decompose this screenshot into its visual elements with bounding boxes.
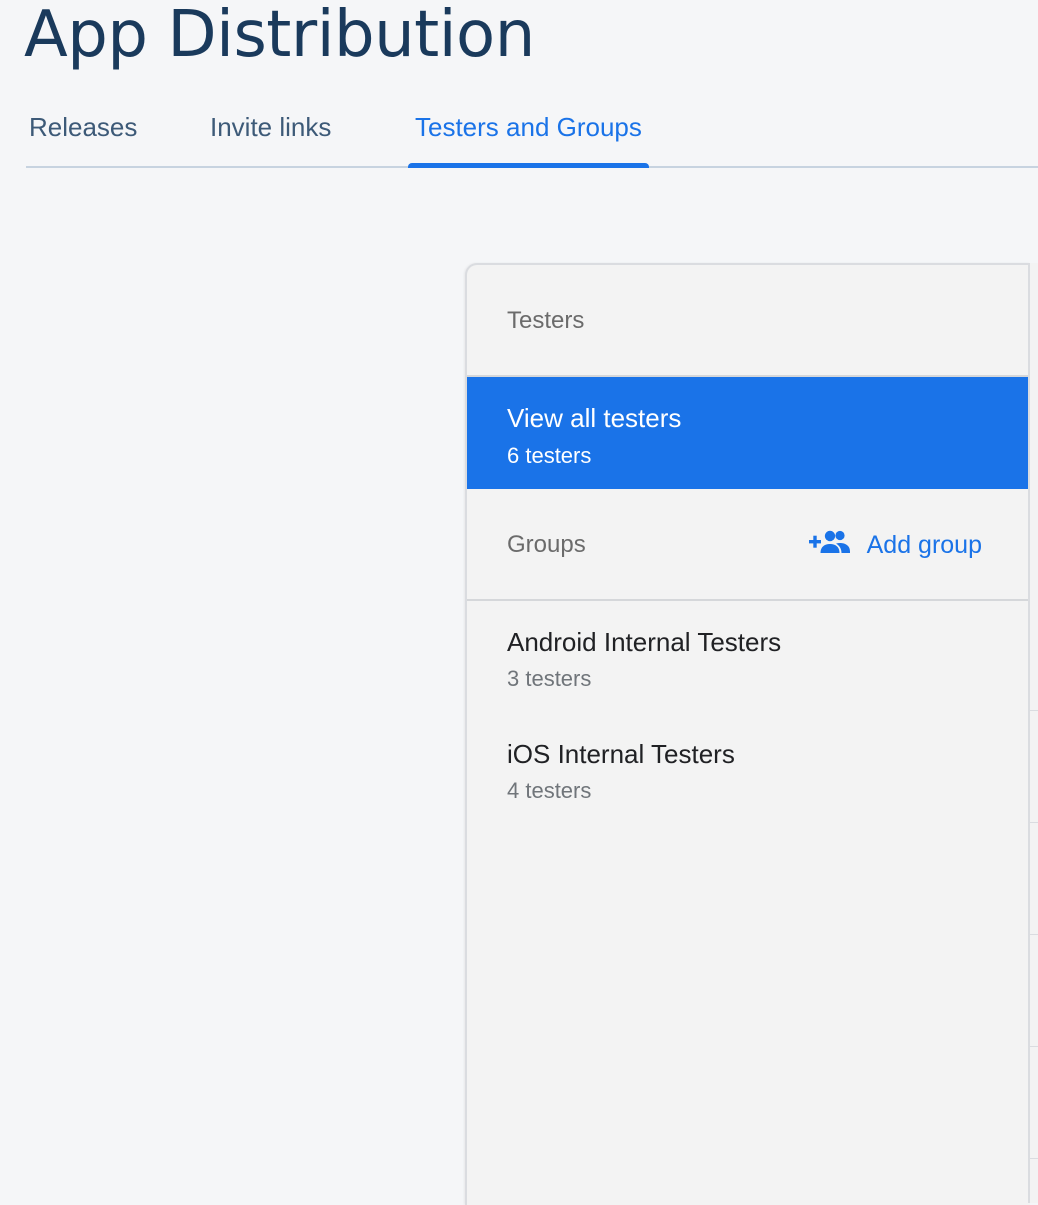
add-group-button[interactable]: Add group [808,529,982,562]
view-all-testers-count: 6 testers [507,443,592,468]
group-name: Android Internal Testers [507,627,782,657]
testers-section-label: Testers [507,307,585,334]
row-divider [1030,1046,1038,1047]
group-item-android-internal-testers[interactable]: Android Internal Testers 3 testers [467,601,1030,711]
tab-invite-links[interactable]: Invite links [203,112,338,166]
row-divider [1030,1158,1038,1159]
group-name: iOS Internal Testers [507,739,735,769]
detail-panel-edge [1028,263,1038,1203]
view-all-testers-item[interactable]: View all testers 6 testers [467,377,1030,489]
group-count: 3 testers [507,666,592,691]
view-all-testers-title: View all testers [507,403,682,433]
tab-testers-and-groups[interactable]: Testers and Groups [408,112,649,168]
tab-releases[interactable]: Releases [22,112,144,166]
group-item-ios-internal-testers[interactable]: iOS Internal Testers 4 testers [467,713,1030,823]
add-group-label: Add group [866,531,982,559]
row-divider [1030,710,1038,711]
row-divider [1030,822,1038,823]
testers-section-header: Testers [467,265,1030,377]
row-divider [1030,934,1038,935]
tab-bar: Releases Invite links Testers and Groups [26,100,1038,168]
group-add-icon [808,529,851,562]
group-count: 4 testers [507,778,592,803]
groups-section-header: Groups Add group [467,489,1030,601]
page-title: App Distribution [24,0,535,72]
testers-groups-panel: Testers View all testers 6 testers Group… [465,263,1030,1205]
groups-section-label: Groups [507,531,586,558]
